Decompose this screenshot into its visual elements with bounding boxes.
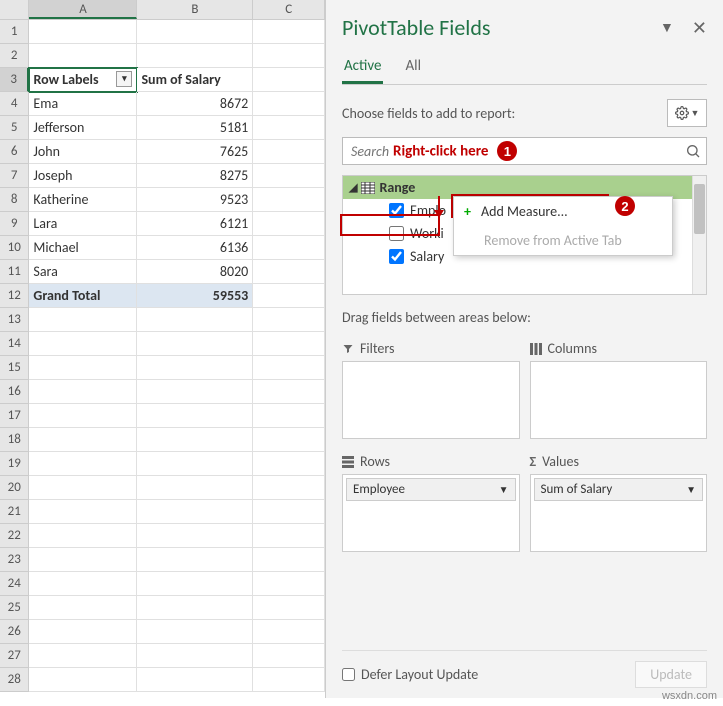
columns-dropzone[interactable] [530,361,708,439]
sigma-icon: Σ [530,453,537,470]
spreadsheet-grid: A B C 1 2 3 Row Labels▾ Sum of Salary 4E… [0,0,325,706]
columns-icon [530,343,542,355]
callout-2: 2 [615,196,635,216]
update-button[interactable]: Update [635,661,707,688]
values-dropzone[interactable]: Sum of Salary ▼ [530,474,708,552]
pane-dropdown-icon[interactable]: ▼ [660,19,674,36]
rows-dropzone[interactable]: Employee ▼ [342,474,520,552]
row-header[interactable]: 2 [0,44,29,68]
scrollbar[interactable] [692,176,706,294]
pane-title: PivotTable Fields [342,14,491,41]
defer-layout-checkbox[interactable]: Defer Layout Update [342,666,478,683]
tab-all[interactable]: All [403,51,423,84]
filter-icon [342,343,354,355]
table-icon [361,182,375,194]
annotation-box-1 [340,214,440,236]
column-headers: A B C [0,0,325,20]
close-icon[interactable]: ✕ [692,17,707,39]
annotation-arrow [432,196,446,218]
area-columns: Columns [530,336,708,439]
area-rows: Rows Employee ▼ [342,449,520,552]
values-chip-salary[interactable]: Sum of Salary ▼ [534,478,704,501]
chevron-down-icon[interactable]: ▼ [499,483,509,496]
row-header[interactable]: 3 [0,68,29,92]
area-values: Σ Values Sum of Salary ▼ [530,449,708,552]
data-cell[interactable]: Ema [29,92,137,116]
col-header-b[interactable]: B [137,0,253,19]
chevron-down-icon[interactable]: ▼ [686,483,696,496]
menu-add-measure[interactable]: + Add Measure... [454,197,672,226]
collapse-icon[interactable]: ◢ [349,181,357,194]
col-header-a[interactable]: A [29,0,137,19]
search-box[interactable]: Right-click here 1 [342,137,707,165]
row-header[interactable]: 1 [0,20,29,44]
cell-sum-header[interactable]: Sum of Salary [137,68,253,92]
drag-fields-label: Drag fields between areas below: [342,309,707,326]
annotation-rightclick: Right-click here 1 [393,141,517,161]
gear-icon [675,106,689,120]
search-icon[interactable] [680,138,706,164]
rows-icon [342,456,354,468]
cell-row-labels[interactable]: Row Labels▾ [29,68,137,92]
grand-total-value[interactable]: 59553 [137,284,253,308]
pivottable-fields-pane: PivotTable Fields ▼ ✕ Active All Choose … [325,0,723,698]
filter-dropdown-icon[interactable]: ▾ [116,71,132,87]
choose-fields-label: Choose fields to add to report: [342,105,515,122]
select-all-corner[interactable] [0,0,29,19]
rows-chip-employee[interactable]: Employee ▼ [346,478,516,501]
watermark: wsxdn.com [662,690,717,702]
field-tabs: Active All [342,51,707,85]
callout-1: 1 [497,141,517,161]
area-filters: Filters [342,336,520,439]
context-menu: + Add Measure... Remove from Active Tab [453,196,673,256]
col-header-c[interactable]: C [253,0,325,19]
grand-total-label[interactable]: Grand Total [29,284,137,308]
scrollbar-thumb[interactable] [694,184,705,234]
menu-remove-active-tab: Remove from Active Tab [454,226,672,255]
plus-icon: + [464,203,471,220]
filters-dropzone[interactable] [342,361,520,439]
tools-button[interactable]: ▼ [667,99,707,127]
tab-active[interactable]: Active [342,51,383,84]
range-label: Range [379,179,415,196]
field-checkbox[interactable] [389,249,404,264]
